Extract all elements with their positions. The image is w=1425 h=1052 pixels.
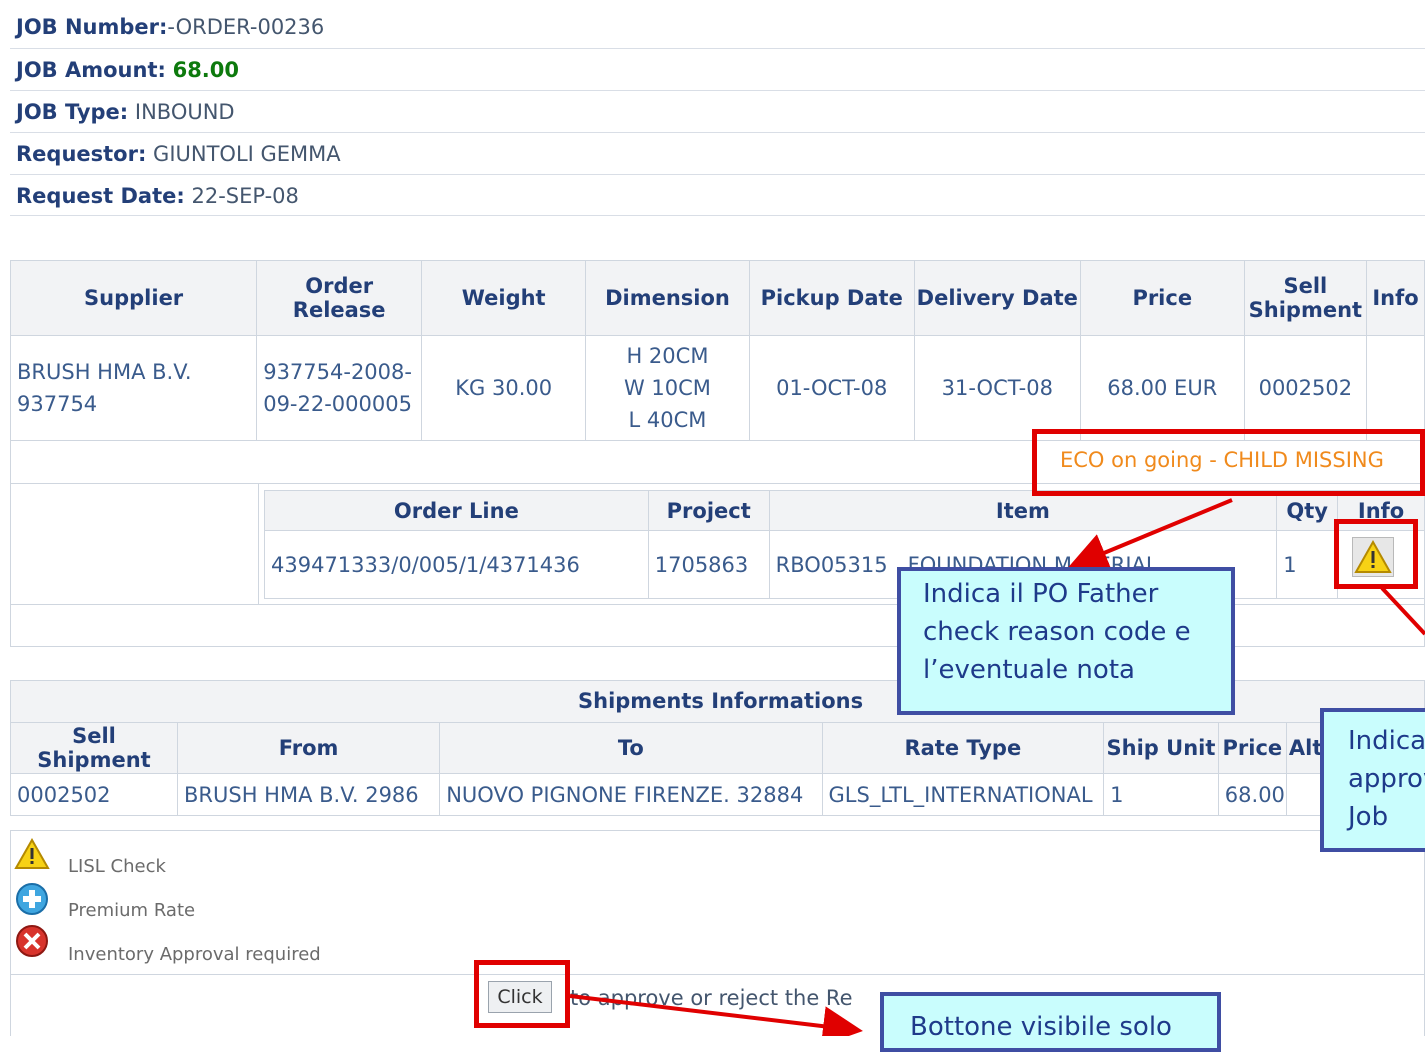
ship-unit-cell: 1 [1103,773,1219,816]
job-type-value: INBOUND [134,100,235,124]
job-amount-row: JOB Amount: 68.00 [10,48,1425,90]
col-info: Info [1366,260,1425,336]
col-sell-shipment: Sell Shipment [1243,260,1368,336]
col-delivery-date: Delivery Date [913,260,1081,336]
col-order-release: Order Release [256,260,423,336]
shipments-title: Shipments Informations [578,689,864,713]
col-ship-price: Price [1217,722,1287,774]
weight-cell: KG 30.00 [421,335,587,441]
col-rate-type: Rate Type [821,722,1105,774]
price-cell: 68.00 EUR [1079,335,1245,441]
release-cell: 937754-2008-09-22-000005 [256,335,423,441]
ship-sell-cell: 0002502 [10,773,178,816]
click-button-highlight [474,960,570,1028]
ship-rate-cell: GLS_LTL_INTERNATIONAL [821,773,1105,816]
request-date-value: 22-SEP-08 [191,184,299,208]
job-type-label: JOB Type: [16,100,129,124]
shipments-table: Sell Shipment From To Rate Type Ship Uni… [10,722,1425,816]
info-cell [1366,335,1425,441]
col-project: Project [647,490,770,531]
request-date-row: Request Date: 22-SEP-08 [10,174,1425,216]
item-code: RBO05315 [775,552,888,577]
lisl-check-icon [14,838,50,869]
order-table: Supplier Order Release Weight Dimension … [9,260,1425,441]
ship-to-cell: NUOVO PIGNONE FIRENZE. 32884 [439,773,823,816]
info-icon-highlight [1334,519,1418,589]
dim-w: W 10CM [623,376,711,400]
ship-price-cell: 68.00 [1217,773,1287,816]
dimension-cell: H 20CM W 10CM L 40CM [585,335,750,441]
requestor-label: Requestor: [16,142,147,166]
order-line-table: Order Line Project Item Qty Info 4394713… [264,490,1425,599]
legend-premium-label: Premium Rate [68,900,196,921]
plus-circle-icon [16,883,48,915]
po-father-callout: Indica il PO Father check reason code e … [897,567,1235,715]
job-amount-label: JOB Amount: [16,58,166,82]
job-amount-value: 68.00 [172,58,240,82]
col-ship-unit: Ship Unit [1103,722,1219,774]
col-order-line: Order Line [264,490,649,531]
order-line-row: 439471333/0/005/1/4371436 1705863 RBO053… [264,530,1425,599]
col-pickup-date: Pickup Date [748,260,915,336]
approve-instruction-text: to approve or reject the Re [570,986,853,1010]
legend-inventory-label: Inventory Approval required [68,944,321,965]
pickup-cell: 01-OCT-08 [748,335,915,441]
order-line-cell: 439471333/0/005/1/4371436 [264,530,649,599]
shipment-row: 0002502 BRUSH HMA B.V. 2986 NUOVO PIGNON… [10,773,1425,816]
qty-cell: 1 [1276,530,1339,599]
col-qty: Qty [1276,490,1339,531]
col-item: Item [768,490,1278,531]
col-ship-sell: Sell Shipment [10,722,178,774]
order-row: BRUSH HMA B.V. 937754 937754-2008-09-22-… [9,335,1425,441]
requestor-value: GIUNTOLI GEMMA [153,142,341,166]
request-date-label: Request Date: [16,184,185,208]
approval-callout: Indica approv Job co [1320,708,1425,852]
project-cell: 1705863 [647,530,770,599]
col-ship-from: From [176,722,441,774]
x-circle-icon [16,925,48,957]
line-pane-divider [258,483,259,605]
delivery-cell: 31-OCT-08 [913,335,1081,441]
col-ship-to: To [439,722,823,774]
supplier-cell: BRUSH HMA B.V. 937754 [9,335,258,441]
ship-from-cell: BRUSH HMA B.V. 2986 [176,773,441,816]
eco-warning-highlight [1032,429,1425,496]
col-price: Price [1079,260,1245,336]
col-dimension: Dimension [585,260,750,336]
dim-h: H 20CM [626,344,709,368]
job-number-value: -ORDER-00236 [167,15,325,39]
button-visibility-callout: Bottone visibile solo [880,992,1221,1052]
dim-l: L 40CM [628,408,707,432]
job-number-label: JOB Number: [16,15,168,39]
legend-lisl-label: LISL Check [68,856,166,877]
col-weight: Weight [421,260,587,336]
sell-cell: 0002502 [1243,335,1368,441]
job-type-row: JOB Type: INBOUND [10,90,1425,132]
job-number-row: JOB Number:-ORDER-00236 [10,6,1425,48]
requestor-row: Requestor: GIUNTOLI GEMMA [10,132,1425,174]
col-supplier: Supplier [9,260,258,336]
